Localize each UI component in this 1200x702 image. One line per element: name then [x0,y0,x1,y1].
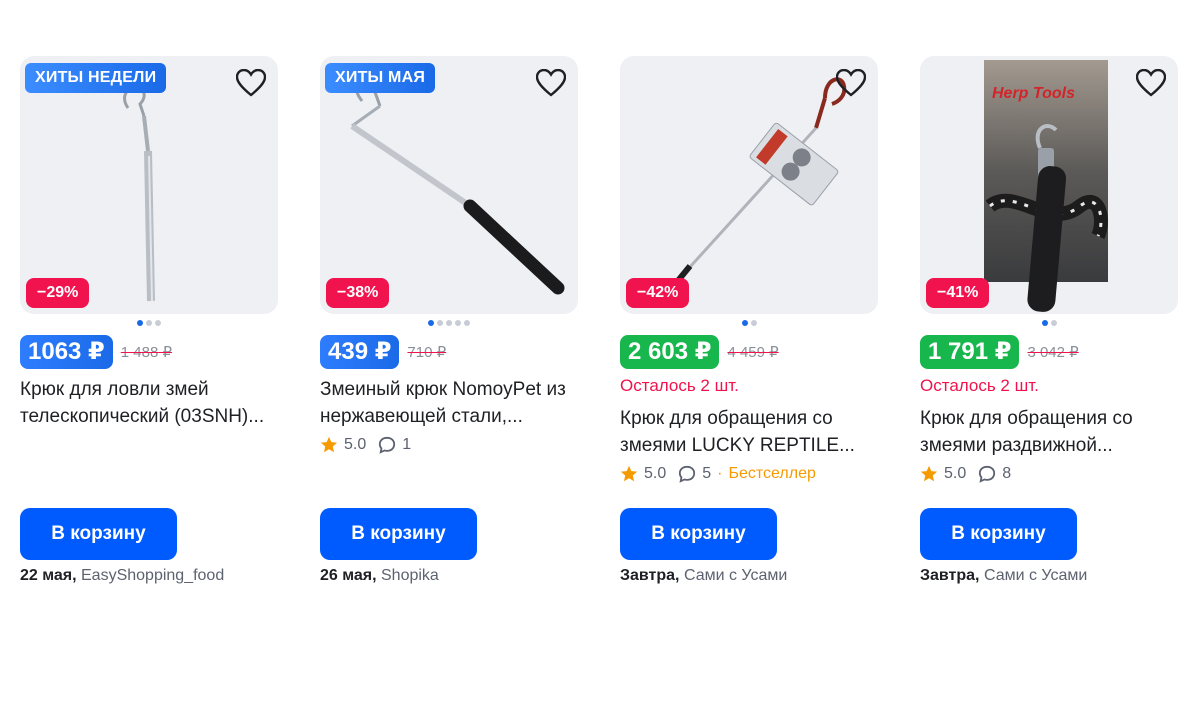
comment-icon [379,436,396,454]
carousel-dot[interactable] [437,320,443,326]
discount-badge: −41% [926,278,990,308]
discount-badge: −42% [626,278,690,308]
current-price: 2 603 ₽ [620,335,720,369]
old-price: 1 488 ₽ [120,344,173,361]
add-to-cart-button[interactable]: В корзину [920,508,1077,560]
product-card[interactable]: Herp Tools −41% 1 791 ₽ 3 042 ₽ Осталось… [920,56,1178,596]
add-to-cart-button[interactable]: В корзину [620,508,777,560]
carousel-dot[interactable] [455,320,461,326]
favorite-heart-icon[interactable] [834,66,868,100]
product-image[interactable]: Herp Tools −41% [920,56,1178,314]
delivery-info: 26 мая, Shopika [320,567,439,585]
image-carousel-dots[interactable] [20,320,278,326]
rating-value: 5.0 [344,436,367,453]
reviews-count: 8 [1002,465,1012,482]
discount-badge: −38% [326,278,390,308]
current-price: 1 791 ₽ [920,335,1020,369]
monthly-hits-badge: ХИТЫ МАЯ [325,63,436,93]
star-icon [920,465,938,482]
delivery-date: Завтра, [920,567,980,584]
price-row: 2 603 ₽ 4 459 ₽ [620,335,779,369]
product-title[interactable]: Крюк для ловли змей телескопический (03S… [20,376,278,430]
product-image[interactable]: ХИТЫ НЕДЕЛИ −29% [20,56,278,314]
product-title[interactable]: Змеиный крюк NomoyPet из нержавеющей ста… [320,376,578,430]
old-price: 3 042 ₽ [1027,344,1079,361]
discount-badge: −29% [26,278,90,308]
carousel-dot[interactable] [137,320,143,326]
price-row: 1 791 ₽ 3 042 ₽ [920,335,1079,369]
separator-dot: · [717,465,723,482]
comment-icon [979,465,996,483]
product-card[interactable]: ХИТЫ МАЯ −38% 439 ₽ 710 ₽ Змеиный крюк N… [320,56,578,596]
delivery-info: Завтра, Сами с Усами [920,567,1087,585]
product-grid: ХИТЫ НЕДЕЛИ −29% 1063 ₽ 1 488 ₽ Крюк для… [0,0,1200,702]
carousel-dot[interactable] [750,320,757,326]
carousel-dot[interactable] [146,320,152,326]
seller-name[interactable]: Shopika [381,567,439,584]
delivery-info: Завтра, Сами с Усами [620,567,787,585]
price-row: 439 ₽ 710 ₽ [320,335,446,369]
rating-row[interactable]: 5.0 5 · Бестселлер [620,462,816,486]
product-title[interactable]: Крюк для обращения со змеями LUCKY REPTI… [620,405,878,459]
package-brand-text: Herp Tools [992,85,1075,102]
add-to-cart-button[interactable]: В корзину [20,508,177,560]
seller-name[interactable]: Сами с Усами [684,567,787,584]
rating-value: 5.0 [644,465,667,482]
image-carousel-dots[interactable] [320,320,578,326]
rating-value: 5.0 [944,465,967,482]
reviews-count: 1 [402,436,412,453]
bestseller-label: Бестселлер [728,465,816,482]
delivery-date: 22 мая, [20,567,77,584]
carousel-dot[interactable] [446,320,452,326]
product-image[interactable]: ХИТЫ МАЯ −38% [320,56,578,314]
carousel-dot[interactable] [741,320,748,326]
stock-left-label: Осталось 2 шт. [920,376,1039,395]
weekly-hits-badge: ХИТЫ НЕДЕЛИ [25,63,167,93]
star-icon [320,436,338,453]
image-carousel-dots[interactable] [620,320,878,326]
old-price: 710 ₽ [407,344,447,361]
image-carousel-dots[interactable] [920,320,1178,326]
current-price: 1063 ₽ [20,335,113,369]
favorite-heart-icon[interactable] [1134,66,1168,100]
favorite-heart-icon[interactable] [534,66,568,100]
current-price: 439 ₽ [320,335,400,369]
product-image[interactable]: −42% [620,56,878,314]
add-to-cart-button[interactable]: В корзину [320,508,477,560]
rating-row[interactable]: 5.0 1 [320,433,411,457]
delivery-date: Завтра, [620,567,680,584]
price-row: 1063 ₽ 1 488 ₽ [20,335,172,369]
old-price: 4 459 ₽ [727,344,779,361]
carousel-dot[interactable] [1041,320,1048,326]
seller-name[interactable]: EasyShopping_food [81,567,224,584]
stock-left-label: Осталось 2 шт. [620,376,739,395]
carousel-dot[interactable] [464,320,470,326]
reviews-count: 5 [702,465,712,482]
carousel-dot[interactable] [155,320,161,326]
carousel-dot[interactable] [1050,320,1057,326]
rating-row[interactable]: 5.0 8 [920,462,1011,486]
delivery-info: 22 мая, EasyShopping_food [20,567,224,585]
seller-name[interactable]: Сами с Усами [984,567,1087,584]
product-title[interactable]: Крюк для обращения со змеями раздвижной.… [920,405,1178,459]
delivery-date: 26 мая, [320,567,377,584]
carousel-dot[interactable] [428,320,434,326]
product-card[interactable]: −42% 2 603 ₽ 4 459 ₽ Осталось 2 шт. Крюк… [620,56,878,596]
comment-icon [679,465,696,483]
favorite-heart-icon[interactable] [234,66,268,100]
product-card[interactable]: ХИТЫ НЕДЕЛИ −29% 1063 ₽ 1 488 ₽ Крюк для… [20,56,278,596]
star-icon [620,465,638,482]
